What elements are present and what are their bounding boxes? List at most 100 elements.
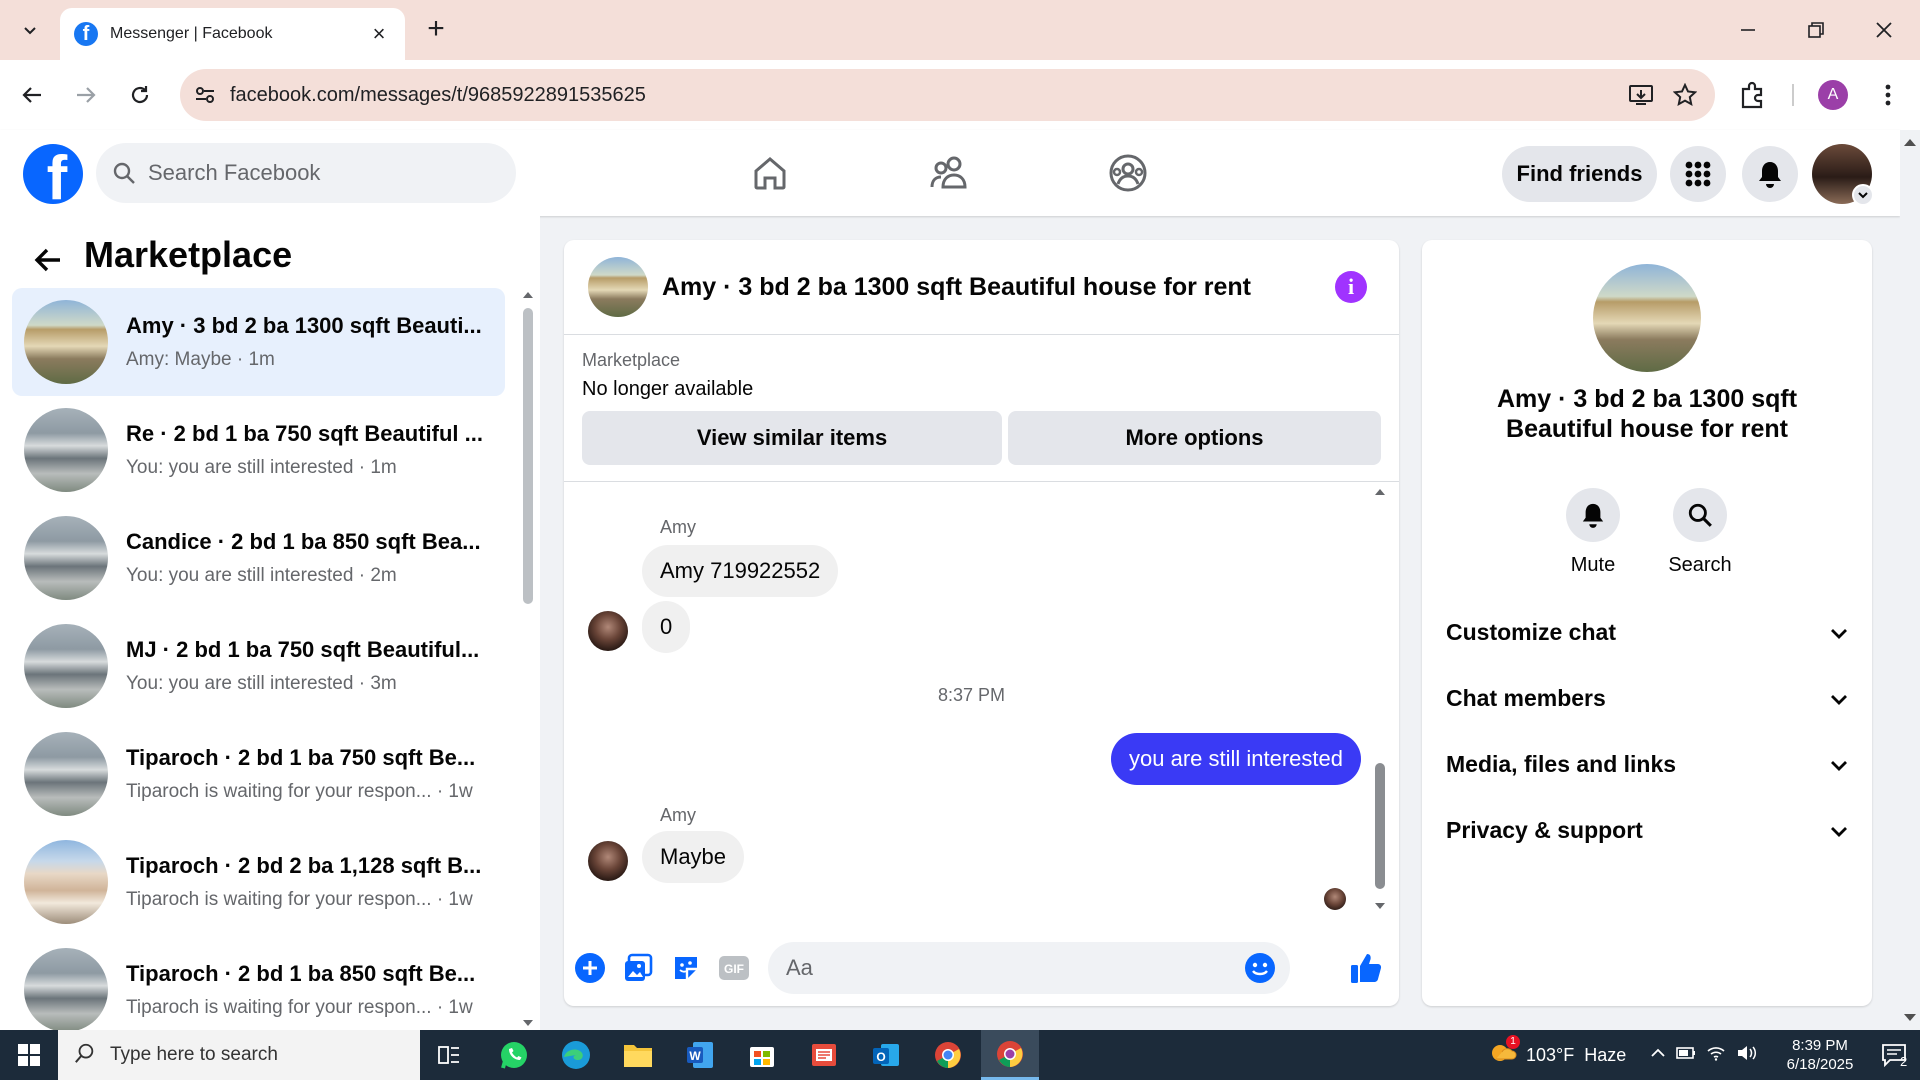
browser-profile-avatar[interactable]: A <box>1818 80 1848 110</box>
extensions-puzzle-icon[interactable] <box>1735 77 1771 113</box>
wifi-icon[interactable] <box>1706 1045 1726 1066</box>
emoji-smiley-icon[interactable] <box>1244 952 1276 989</box>
tab-close-icon[interactable]: × <box>367 21 391 46</box>
friends-nav-icon[interactable] <box>921 150 977 196</box>
minimize-icon[interactable] <box>1728 12 1768 48</box>
battery-icon[interactable] <box>1676 1046 1696 1065</box>
customize-chat-section[interactable]: Customize chat <box>1422 604 1872 660</box>
search-icon[interactable] <box>1673 488 1727 542</box>
more-options-button[interactable]: More options <box>1008 411 1381 465</box>
privacy-support-section[interactable]: Privacy & support <box>1422 802 1872 858</box>
weather-alert-badge: 1 <box>1506 1034 1520 1049</box>
back-arrow-icon[interactable] <box>28 240 68 280</box>
view-similar-items-button[interactable]: View similar items <box>582 411 1002 465</box>
taskbar-search-box[interactable]: Type here to search <box>58 1030 420 1080</box>
sender-avatar[interactable] <box>588 841 628 881</box>
taskbar-search-placeholder: Type here to search <box>110 1044 278 1065</box>
chat-avatar[interactable] <box>588 257 648 317</box>
chevron-down-icon <box>1830 817 1848 844</box>
conversation-item[interactable]: Amy · 3 bd 2 ba 1300 sqft Beauti... Amy: … <box>12 288 505 396</box>
message-timestamp: 8:37 PM <box>938 685 1006 705</box>
new-tab-plus-icon[interactable]: + <box>420 14 452 46</box>
incoming-message-bubble[interactable]: 0 <box>642 601 691 653</box>
bookmark-star-icon[interactable] <box>1663 73 1707 117</box>
home-nav-icon[interactable] <box>742 150 798 196</box>
volume-icon[interactable] <box>1736 1045 1758 1066</box>
forward-arrow-icon[interactable] <box>68 77 104 113</box>
outlook-icon[interactable]: O <box>857 1030 915 1080</box>
conversation-item[interactable]: Candice · 2 bd 1 ba 850 sqft Bea... You: … <box>12 504 505 612</box>
back-arrow-icon[interactable] <box>14 77 50 113</box>
search-label: Search <box>1668 554 1732 576</box>
message-scrollbar[interactable] <box>1372 483 1388 923</box>
conversation-item[interactable]: MJ · 2 bd 1 ba 750 sqft Beautiful... You:… <box>12 612 505 720</box>
chat-members-section[interactable]: Chat members <box>1422 670 1872 726</box>
chrome-icon[interactable] <box>919 1030 977 1080</box>
conversation-item[interactable]: Tiparoch · 2 bd 1 ba 850 sqft Be... Tipar… <box>12 936 505 1044</box>
chat-title[interactable]: Amy · 3 bd 2 ba 1300 sqft Beautiful hous… <box>662 273 1335 302</box>
tab-search-chevron-icon[interactable] <box>10 13 50 47</box>
reader-app-icon[interactable] <box>795 1030 853 1080</box>
menu-grid-icon[interactable] <box>1670 146 1726 202</box>
bell-icon[interactable] <box>1566 488 1620 542</box>
sender-avatar[interactable] <box>588 611 628 651</box>
search-action[interactable]: Search <box>1660 488 1740 577</box>
conversation-list-scrollbar[interactable] <box>520 288 536 1030</box>
notifications-bell-icon[interactable] <box>1742 146 1798 202</box>
media-files-links-section[interactable]: Media, files and links <box>1422 736 1872 792</box>
account-chevron-down-icon[interactable] <box>1852 184 1874 206</box>
conversation-item[interactable]: Tiparoch · 2 bd 2 ba 1,128 sqft B... Tipa… <box>12 828 505 936</box>
file-explorer-icon[interactable] <box>609 1030 667 1080</box>
message-input-box[interactable] <box>768 942 1290 994</box>
weather-widget[interactable]: 1 103°F Haze <box>1488 1030 1626 1080</box>
windows-start-icon[interactable] <box>0 1030 58 1080</box>
microsoft-store-icon[interactable] <box>733 1030 791 1080</box>
groups-nav-icon[interactable] <box>1100 150 1156 196</box>
edge-browser-icon[interactable] <box>547 1030 605 1080</box>
address-bar[interactable]: facebook.com/messages/t/9685922891535625 <box>180 69 1715 121</box>
reload-icon[interactable] <box>122 77 158 113</box>
facebook-logo-icon[interactable]: f <box>23 144 83 204</box>
scrollbar-thumb[interactable] <box>523 308 533 604</box>
scrollbar-thumb[interactable] <box>1375 763 1385 889</box>
conversation-photo[interactable] <box>1593 264 1701 372</box>
outgoing-message-bubble[interactable]: you are still interested <box>1111 733 1361 785</box>
conversation-item[interactable]: Re · 2 bd 1 ba 750 sqft Beautiful ... You… <box>12 396 505 504</box>
notification-count: 2 <box>1900 1054 1908 1069</box>
chrome-profile-icon[interactable] <box>981 1030 1039 1080</box>
info-icon[interactable]: i <box>1335 271 1367 303</box>
url-text[interactable]: facebook.com/messages/t/9685922891535625 <box>230 84 1619 107</box>
add-plus-icon[interactable] <box>570 948 610 988</box>
facebook-search-input[interactable] <box>148 160 478 186</box>
incoming-message-bubble[interactable]: Maybe <box>642 831 745 883</box>
mute-action[interactable]: Mute <box>1553 488 1633 577</box>
word-icon[interactable]: W <box>671 1030 729 1080</box>
conversation-preview: You: you are still interested · 1m <box>126 457 397 478</box>
seen-by-avatar <box>1324 888 1346 910</box>
task-view-icon[interactable] <box>420 1030 478 1080</box>
restore-icon[interactable] <box>1796 12 1836 48</box>
sticker-icon[interactable] <box>666 948 706 988</box>
facebook-search-box[interactable] <box>96 143 516 203</box>
close-window-icon[interactable] <box>1864 12 1904 48</box>
chevron-up-icon[interactable] <box>1650 1046 1666 1064</box>
thumbs-up-like-icon[interactable] <box>1346 948 1386 988</box>
message-sender-name: Amy <box>660 517 696 537</box>
section-label: Chat members <box>1446 684 1606 711</box>
gif-icon[interactable]: GIF <box>714 948 754 988</box>
taskbar-clock[interactable]: 8:39 PM 6/18/2025 <box>1770 1036 1870 1074</box>
message-thread: Amy Amy 719922552 0 8:37 PM you are stil… <box>564 483 1399 923</box>
marketplace-chat-list: Marketplace Amy · 3 bd 2 ba 1300 sqft Be… <box>0 216 540 1032</box>
page-scrollbar[interactable] <box>1900 130 1920 1030</box>
find-friends-button[interactable]: Find friends <box>1502 146 1657 202</box>
attach-photo-icon[interactable] <box>618 948 658 988</box>
message-input[interactable] <box>786 955 1206 981</box>
browser-menu-icon[interactable] <box>1870 77 1906 113</box>
notification-center-icon[interactable]: 2 <box>1868 1030 1920 1080</box>
install-app-icon[interactable] <box>1619 73 1663 117</box>
whatsapp-icon[interactable] <box>485 1030 543 1080</box>
conversation-item[interactable]: Tiparoch · 2 bd 1 ba 750 sqft Be... Tipar… <box>12 720 505 828</box>
active-browser-tab[interactable]: f Messenger | Facebook × <box>60 8 405 60</box>
incoming-message-bubble[interactable]: Amy 719922552 <box>642 545 839 597</box>
site-settings-icon[interactable] <box>194 84 216 106</box>
